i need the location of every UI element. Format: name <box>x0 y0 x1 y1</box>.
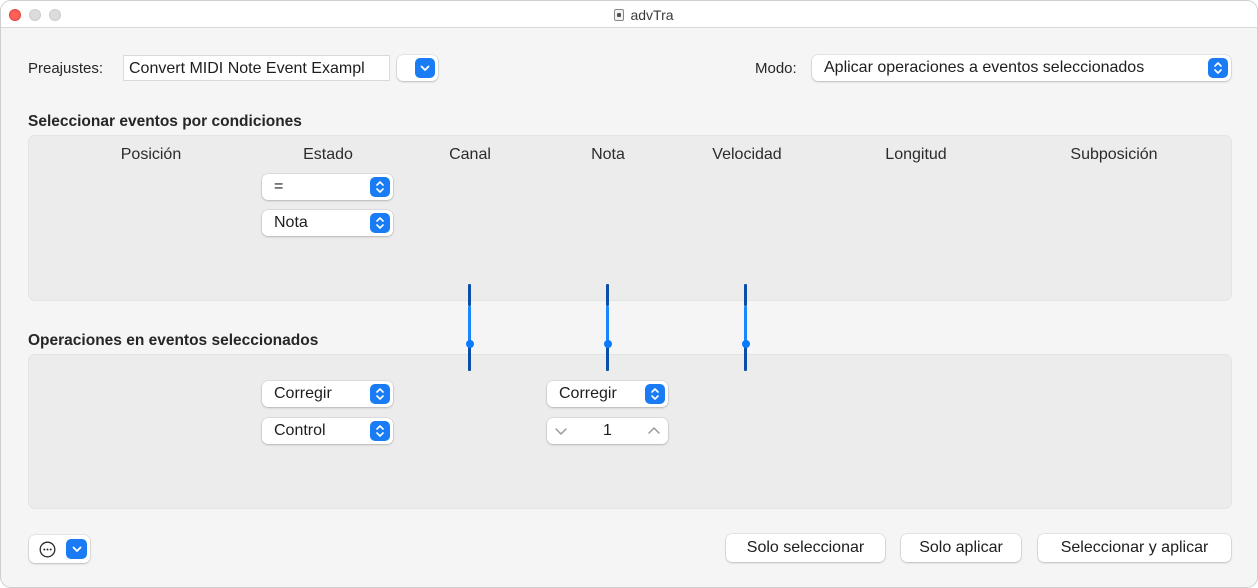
status-condition-value-popup[interactable]: Nota <box>262 210 393 236</box>
status-condition-operator-popup[interactable]: = <box>262 174 393 200</box>
status-operation-target: Control <box>274 422 326 439</box>
up-down-chevron-icon <box>370 384 390 404</box>
column-header-subposition: Subposición <box>1070 146 1158 163</box>
slider-track-upper <box>744 284 747 306</box>
window-title: advTra <box>630 6 674 23</box>
presets-label: Preajustes: <box>28 60 104 77</box>
chevron-down-icon <box>415 58 435 78</box>
status-operation-value: Corregir <box>274 385 332 402</box>
note-value-stepper[interactable]: 1 <box>547 418 668 444</box>
select-only-button[interactable]: Solo seleccionar <box>726 534 885 562</box>
chevron-down-icon <box>66 539 87 559</box>
increment-chevron-icon[interactable] <box>647 424 661 438</box>
ellipsis-circle-icon <box>39 541 56 563</box>
column-header-position: Posición <box>120 146 182 163</box>
column-header-velocity: Velocidad <box>712 146 782 163</box>
slider-track-middle <box>744 306 747 344</box>
column-header-note: Nota <box>591 146 625 163</box>
up-down-chevron-icon <box>370 213 390 233</box>
up-down-chevron-icon <box>645 384 665 404</box>
up-down-chevron-icon <box>370 421 390 441</box>
transform-window: advTra Preajustes: Convert MIDI Note Eve… <box>0 0 1258 588</box>
title-bar: advTra <box>1 1 1257 28</box>
slider-knob[interactable] <box>604 340 612 348</box>
column-header-status: Estado <box>303 146 353 163</box>
window-title-area: advTra <box>1 1 1257 28</box>
mode-popup[interactable]: Aplicar operaciones a eventos selecciona… <box>812 55 1231 81</box>
mode-value: Aplicar operaciones a eventos selecciona… <box>824 59 1145 76</box>
slider-track-lower <box>468 344 471 371</box>
slider-track-lower <box>606 344 609 371</box>
status-condition-value: Nota <box>274 214 308 231</box>
up-down-chevron-icon <box>370 177 390 197</box>
status-operation-popup[interactable]: Corregir <box>262 381 393 407</box>
slider-track-lower <box>744 344 747 371</box>
slider-track-upper <box>468 284 471 306</box>
document-icon <box>614 8 625 21</box>
slider-track-middle <box>468 306 471 344</box>
note-operation-popup[interactable]: Corregir <box>547 381 668 407</box>
action-menu-button[interactable] <box>29 535 90 563</box>
up-down-chevron-icon <box>1208 58 1228 78</box>
status-condition-operator-value: = <box>274 178 284 195</box>
slider-knob[interactable] <box>742 340 750 348</box>
conditions-section-title: Seleccionar eventos por condiciones <box>28 113 302 130</box>
presets-menu-button[interactable] <box>397 55 438 81</box>
slider-track-upper <box>606 284 609 306</box>
presets-field[interactable]: Convert MIDI Note Event Exampl <box>123 55 390 81</box>
status-operation-value-popup[interactable]: Control <box>262 418 393 444</box>
slider-track-middle <box>606 306 609 344</box>
note-operation-value: Corregir <box>559 385 617 402</box>
mode-label: Modo: <box>755 60 797 77</box>
column-header-channel: Canal <box>449 146 491 163</box>
slider-knob[interactable] <box>466 340 474 348</box>
column-header-length: Longitud <box>885 146 947 163</box>
select-and-apply-button[interactable]: Seleccionar y aplicar <box>1038 534 1231 562</box>
apply-only-button[interactable]: Solo aplicar <box>901 534 1021 562</box>
operations-section-title: Operaciones en eventos seleccionados <box>28 332 319 349</box>
